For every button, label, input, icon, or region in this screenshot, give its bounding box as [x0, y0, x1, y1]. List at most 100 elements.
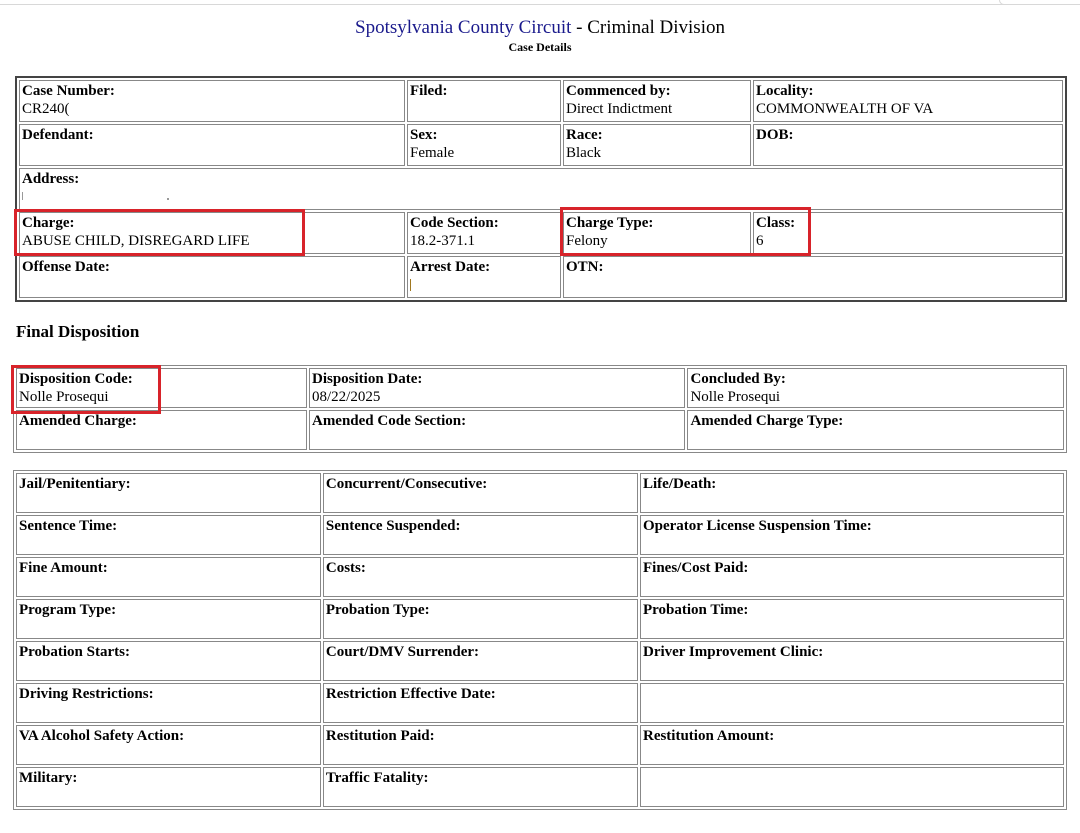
browser-corner — [999, 0, 1080, 5]
amended-charge-label: Amended Charge: — [19, 413, 137, 429]
disposition-date-cell: Disposition Date: 08/22/2025 — [308, 368, 686, 408]
arrest-date-cell: Arrest Date: — [407, 256, 561, 298]
commenced-cell: Commenced by: Direct Indictment — [563, 80, 751, 122]
offense-date-value — [22, 276, 402, 294]
life-death-label: Life/Death: — [642, 476, 717, 492]
program-type-label: Program Type: — [19, 602, 117, 618]
redaction-mark — [167, 198, 169, 200]
amended-code-section-label: Amended Code Section: — [311, 413, 467, 429]
commenced-value: Direct Indictment — [566, 101, 673, 117]
page-subtitle: Case Details — [508, 40, 572, 54]
address-redacted — [22, 188, 1060, 202]
probation-time-label: Probation Time: — [642, 602, 749, 618]
concurrent-label: Concurrent/Consecutive: — [325, 476, 488, 492]
probation-type-label: Probation Type: — [325, 602, 430, 618]
sentence-suspended-cell: Sentence Suspended: — [322, 515, 638, 555]
amended-charge-cell: Amended Charge: — [16, 410, 307, 450]
arrest-date-redacted — [410, 279, 411, 291]
driver-improvement-label: Driver Improvement Clinic: — [642, 644, 824, 660]
address-cell: Address: — [19, 168, 1063, 210]
final-disposition-table: Disposition Code: Nolle Prosequi Disposit… — [13, 365, 1067, 453]
charge-type-label: Charge Type: — [566, 215, 654, 231]
probation-starts-cell: Probation Starts: — [16, 641, 321, 681]
jail-cell: Jail/Penitentiary: — [16, 473, 321, 513]
charge-type-cell: Charge Type: Felony — [563, 212, 751, 254]
restitution-amount-label: Restitution Amount: — [642, 728, 775, 744]
costs-label: Costs: — [325, 560, 366, 576]
charge-value: ABUSE CHILD, DISREGARD LIFE — [22, 233, 250, 249]
va-alcohol-label: VA Alcohol Safety Action: — [19, 728, 185, 744]
sex-label: Sex: — [410, 127, 438, 143]
offense-date-label: Offense Date: — [22, 259, 110, 275]
driver-improvement-cell: Driver Improvement Clinic: — [639, 641, 1064, 681]
costs-cell: Costs: — [322, 557, 638, 597]
program-type-cell: Program Type: — [16, 599, 321, 639]
traffic-fatality-label: Traffic Fatality: — [325, 770, 429, 786]
otn-label: OTN: — [566, 259, 604, 275]
probation-type-cell: Probation Type: — [322, 599, 638, 639]
page-title: Spotsylvania County Circuit - Criminal D… — [0, 16, 1080, 40]
redaction-mark — [22, 192, 23, 200]
page-header: Spotsylvania County Circuit - Criminal D… — [0, 16, 1080, 54]
address-label: Address: — [22, 171, 80, 187]
class-label: Class: — [756, 215, 796, 231]
race-value: Black — [566, 145, 601, 161]
sentence-time-cell: Sentence Time: — [16, 515, 321, 555]
concluded-by-cell: Concluded By: Nolle Prosequi — [687, 368, 1064, 408]
sex-value: Female — [410, 145, 455, 161]
filed-cell: Filed: — [407, 80, 561, 122]
commenced-label: Commenced by: — [566, 83, 671, 99]
driving-restrictions-label: Driving Restrictions: — [19, 686, 154, 702]
military-label: Military: — [19, 770, 78, 786]
case-number-cell: Case Number: CR240( — [19, 80, 405, 122]
restitution-paid-cell: Restitution Paid: — [322, 725, 638, 765]
filed-label: Filed: — [410, 83, 448, 99]
locality-cell: Locality: COMMONWEALTH OF VA — [753, 80, 1063, 122]
court-dmv-cell: Court/DMV Surrender: — [322, 641, 638, 681]
restriction-effective-cell: Restriction Effective Date: — [322, 683, 638, 723]
otn-cell: OTN: — [563, 256, 1063, 298]
driving-restrictions-cell: Driving Restrictions: — [16, 683, 321, 723]
locality-label: Locality: — [756, 83, 814, 99]
sentencing-table: Jail/Penitentiary: Concurrent/Consecutiv… — [13, 470, 1067, 810]
va-alcohol-cell: VA Alcohol Safety Action: — [16, 725, 321, 765]
sentence-time-label: Sentence Time: — [19, 518, 118, 534]
division-name: - Criminal Division — [571, 17, 725, 38]
restriction-effective-label: Restriction Effective Date: — [325, 686, 496, 702]
charge-cell: Charge: ABUSE CHILD, DISREGARD LIFE — [19, 212, 405, 254]
empty-cell — [639, 683, 1064, 723]
amended-code-section-cell: Amended Code Section: — [308, 410, 686, 450]
life-death-cell: Life/Death: — [639, 473, 1064, 513]
amended-charge-type-cell: Amended Charge Type: — [687, 410, 1064, 450]
defendant-label: Defendant: — [22, 127, 94, 143]
jail-label: Jail/Penitentiary: — [19, 476, 131, 492]
case-number-label: Case Number: — [22, 83, 115, 99]
race-label: Race: — [566, 127, 603, 143]
code-section-cell: Code Section: 18.2-371.1 — [407, 212, 561, 254]
amended-charge-type-label: Amended Charge Type: — [690, 413, 844, 429]
filed-value — [410, 100, 558, 118]
disposition-code-label: Disposition Code: — [19, 371, 133, 387]
otn-value — [566, 276, 1060, 294]
disposition-code-value: Nolle Prosequi — [19, 389, 109, 405]
empty-cell — [639, 767, 1064, 807]
defendant-value — [22, 144, 402, 162]
operator-license-label: Operator License Suspension Time: — [642, 518, 872, 534]
fines-cost-paid-label: Fines/Cost Paid: — [642, 560, 749, 576]
defendant-cell: Defendant: — [19, 124, 405, 166]
dob-label: DOB: — [756, 127, 794, 143]
concurrent-cell: Concurrent/Consecutive: — [322, 473, 638, 513]
race-cell: Race: Black — [563, 124, 751, 166]
browser-top-edge — [0, 0, 1080, 5]
code-section-label: Code Section: — [410, 215, 499, 231]
class-cell: Class: 6 — [753, 212, 1063, 254]
restitution-paid-label: Restitution Paid: — [325, 728, 435, 744]
court-name: Spotsylvania County Circuit — [355, 17, 572, 38]
dob-value — [756, 144, 1060, 162]
case-number-value: CR240( — [22, 101, 70, 117]
fine-amount-cell: Fine Amount: — [16, 557, 321, 597]
concluded-by-value: Nolle Prosequi — [690, 389, 781, 405]
charge-label: Charge: — [22, 215, 75, 231]
court-dmv-label: Court/DMV Surrender: — [325, 644, 480, 660]
code-section-value: 18.2-371.1 — [410, 233, 475, 249]
